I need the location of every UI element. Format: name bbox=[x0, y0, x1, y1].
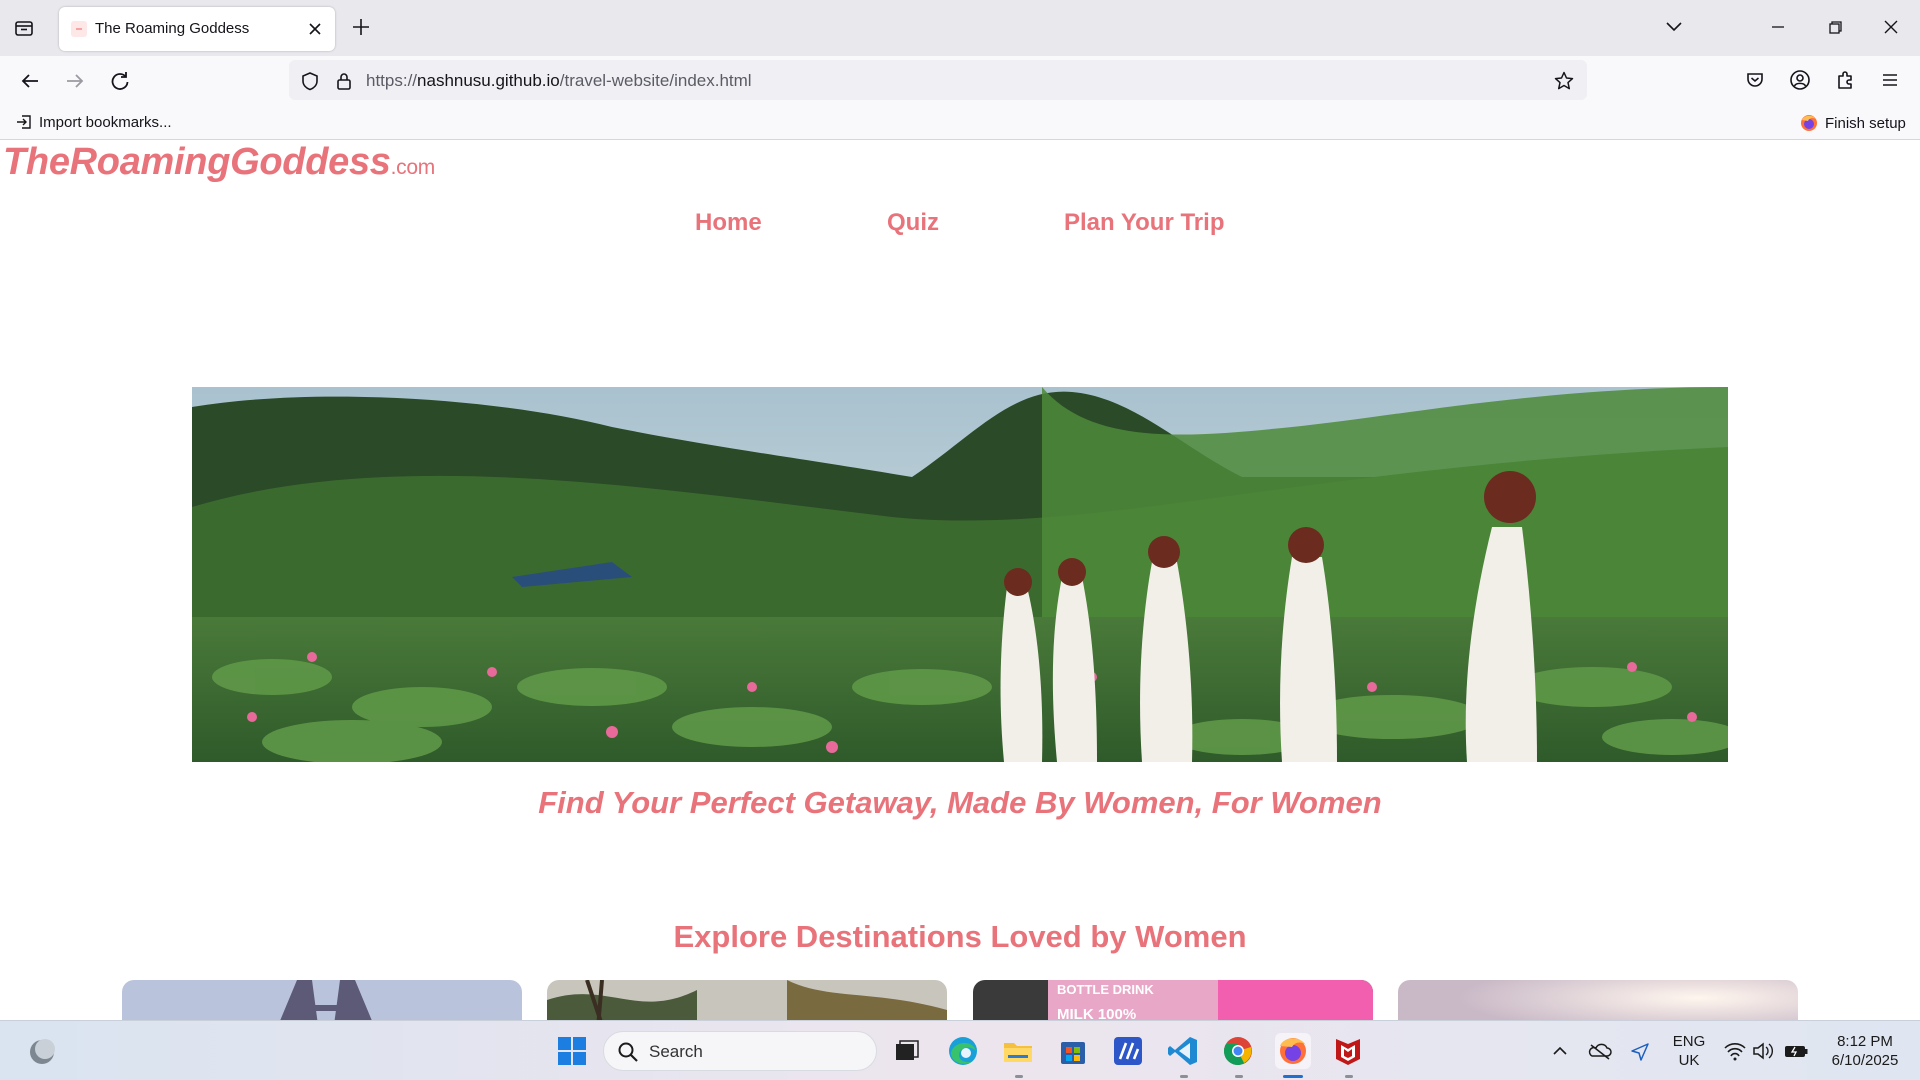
reload-icon[interactable] bbox=[105, 66, 135, 96]
hero-tagline: Find Your Perfect Getaway, Made By Women… bbox=[538, 785, 1382, 820]
finish-setup-button[interactable]: Finish setup bbox=[1799, 113, 1906, 133]
battery-icon[interactable] bbox=[1782, 1033, 1810, 1069]
card-sign-text-1: BOTTLE DRINK bbox=[1057, 982, 1154, 997]
minimize-icon[interactable] bbox=[1763, 12, 1793, 42]
account-icon[interactable] bbox=[1786, 66, 1814, 94]
python-ide-icon[interactable] bbox=[1110, 1033, 1146, 1069]
destination-card-seoul[interactable]: BOTTLE DRINK MILK 100% bbox=[973, 980, 1373, 1020]
active-tab[interactable]: The Roaming Goddess bbox=[59, 7, 335, 51]
clock-date: 6/10/2025 bbox=[1831, 1052, 1899, 1069]
tab-strip: The Roaming Goddess bbox=[0, 0, 1920, 56]
file-explorer-icon[interactable] bbox=[1000, 1033, 1036, 1069]
clock-time: 8:12 PM bbox=[1837, 1033, 1893, 1050]
chrome-icon[interactable] bbox=[1220, 1033, 1256, 1069]
extensions-icon[interactable] bbox=[1831, 66, 1859, 94]
web-page: TheRoamingGoddess.com Home Quiz Plan You… bbox=[0, 141, 1920, 1020]
close-window-icon[interactable] bbox=[1876, 12, 1906, 42]
edge-browser-icon[interactable] bbox=[945, 1033, 981, 1069]
hero-image bbox=[192, 387, 1728, 762]
weather-widget-icon[interactable] bbox=[24, 1033, 60, 1069]
navigation-toolbar: https://nashnusu.github.io/travel-websit… bbox=[0, 56, 1920, 104]
import-icon bbox=[17, 115, 31, 129]
destination-card-tropical[interactable] bbox=[547, 980, 947, 1020]
bookmarks-toolbar: Import bookmarks... Finish setup bbox=[0, 104, 1920, 140]
forward-arrow-icon[interactable] bbox=[60, 66, 90, 96]
import-bookmarks-button[interactable]: Import bookmarks... bbox=[15, 113, 172, 131]
site-favicon-icon bbox=[71, 21, 87, 37]
volume-icon[interactable] bbox=[1750, 1033, 1776, 1069]
finish-setup-label: Finish setup bbox=[1825, 114, 1906, 132]
search-icon bbox=[618, 1042, 638, 1062]
destinations-heading: Explore Destinations Loved by Women bbox=[673, 919, 1247, 954]
running-indicator bbox=[1235, 1075, 1243, 1078]
restore-icon[interactable] bbox=[1820, 12, 1850, 42]
taskbar-search-box[interactable]: Search bbox=[603, 1031, 877, 1071]
firefox-taskbar-icon[interactable] bbox=[1275, 1033, 1311, 1069]
site-logo[interactable]: TheRoamingGoddess.com bbox=[3, 141, 435, 184]
vscode-icon[interactable] bbox=[1165, 1033, 1201, 1069]
nav-link-quiz[interactable]: Quiz bbox=[887, 209, 939, 237]
firefox-logo-icon bbox=[1801, 115, 1817, 131]
mcafee-icon[interactable] bbox=[1330, 1033, 1366, 1069]
bookmark-star-icon[interactable] bbox=[1553, 70, 1575, 92]
nav-link-home[interactable]: Home bbox=[695, 209, 762, 237]
tab-list-icon[interactable] bbox=[10, 14, 38, 42]
running-indicator bbox=[1345, 1075, 1353, 1078]
menu-hamburger-icon[interactable] bbox=[1876, 66, 1904, 94]
running-indicator bbox=[1015, 1075, 1023, 1078]
active-indicator bbox=[1283, 1075, 1303, 1078]
language-indicator[interactable]: ENG UK bbox=[1668, 1032, 1710, 1070]
search-placeholder: Search bbox=[649, 1042, 703, 1061]
tab-title: The Roaming Goddess bbox=[95, 20, 250, 37]
logo-suffix-text: .com bbox=[390, 156, 436, 179]
back-arrow-icon[interactable] bbox=[15, 66, 45, 96]
logo-main-text: TheRoamingGoddess bbox=[3, 141, 391, 183]
url-text[interactable]: https://nashnusu.github.io/travel-websit… bbox=[366, 71, 752, 91]
card-sign-text-2: MILK 100% bbox=[1057, 1006, 1137, 1020]
pocket-icon[interactable] bbox=[1741, 66, 1769, 94]
windows-start-icon[interactable] bbox=[554, 1033, 590, 1069]
import-bookmarks-label: Import bookmarks... bbox=[39, 113, 172, 131]
chevron-up-icon[interactable] bbox=[1546, 1033, 1574, 1069]
new-tab-icon[interactable] bbox=[348, 14, 374, 40]
onedrive-offline-icon[interactable] bbox=[1585, 1033, 1615, 1069]
chevron-down-icon[interactable] bbox=[1659, 12, 1689, 42]
keyboard-layout: UK bbox=[1678, 1052, 1700, 1069]
destination-card-sunset[interactable] bbox=[1398, 980, 1798, 1020]
windows-taskbar: Search ENG UK 8:12 PM 6/10/2025 bbox=[0, 1020, 1920, 1080]
clock[interactable]: 8:12 PM 6/10/2025 bbox=[1818, 1032, 1912, 1070]
language-code: ENG bbox=[1672, 1033, 1706, 1050]
task-view-icon[interactable] bbox=[888, 1033, 924, 1069]
tracking-shield-icon[interactable] bbox=[299, 70, 321, 92]
microsoft-store-icon[interactable] bbox=[1055, 1033, 1091, 1069]
wifi-icon[interactable] bbox=[1722, 1033, 1748, 1069]
lock-icon[interactable] bbox=[333, 70, 355, 92]
address-bar[interactable]: https://nashnusu.github.io/travel-websit… bbox=[289, 60, 1587, 100]
running-indicator bbox=[1180, 1075, 1188, 1078]
destination-card-paris[interactable] bbox=[122, 980, 522, 1020]
nav-link-plan-trip[interactable]: Plan Your Trip bbox=[1064, 209, 1224, 237]
location-arrow-icon[interactable] bbox=[1625, 1033, 1655, 1069]
close-tab-icon[interactable] bbox=[305, 19, 325, 39]
